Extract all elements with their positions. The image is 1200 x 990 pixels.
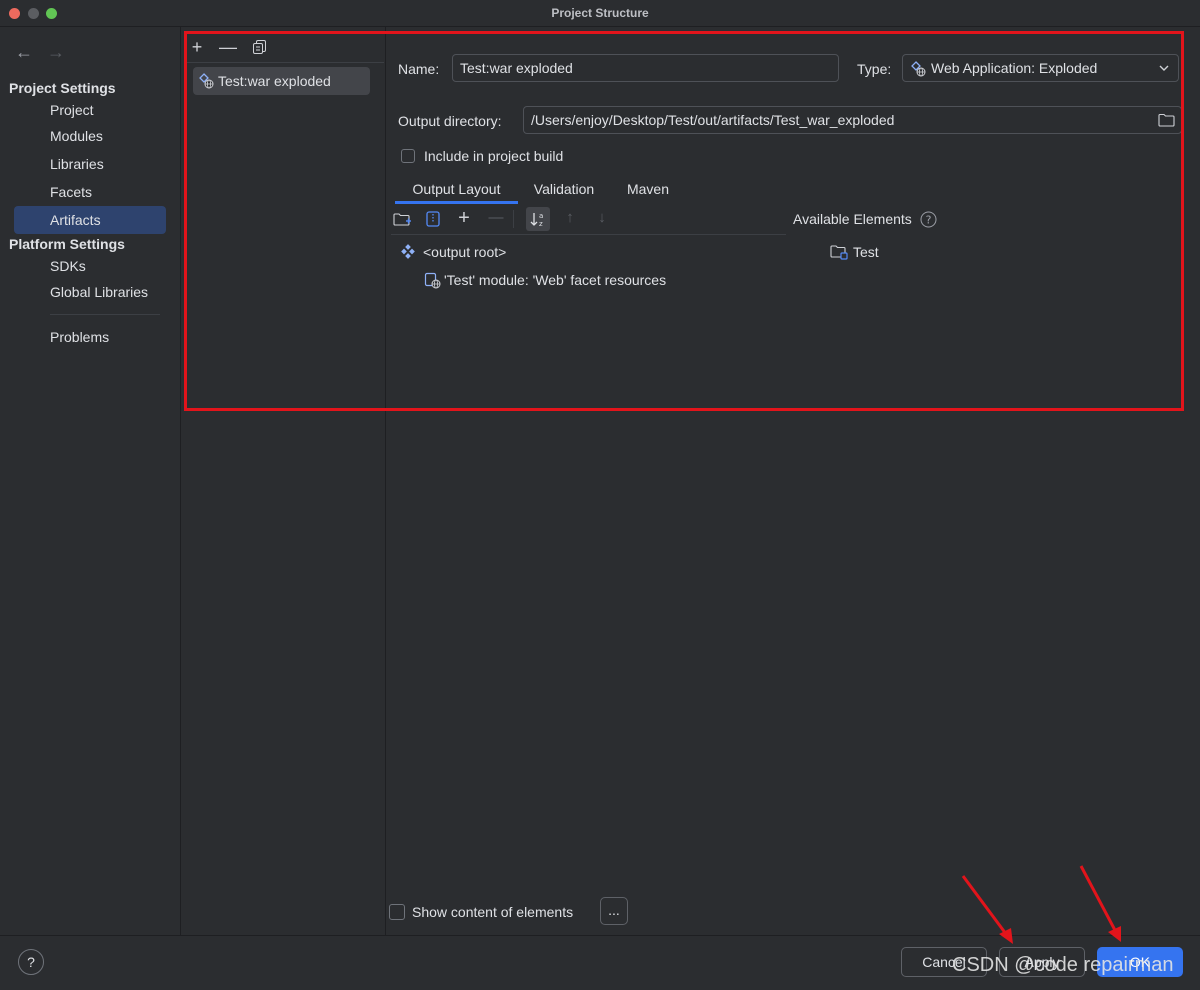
- tab-validation[interactable]: Validation: [520, 174, 608, 204]
- tab-output-layout[interactable]: Output Layout: [395, 174, 518, 204]
- remove-element-icon[interactable]: —: [485, 207, 507, 229]
- module-folder-icon: [830, 244, 848, 261]
- arrow-to-ok-annotation: [1073, 862, 1133, 948]
- sidebar-item-sdks[interactable]: SDKs: [14, 252, 166, 280]
- sort-elements-icon[interactable]: az: [526, 207, 550, 231]
- output-root-icon: [400, 244, 416, 260]
- sidebar-item-facets[interactable]: Facets: [14, 178, 166, 206]
- svg-text:a: a: [539, 212, 543, 220]
- available-elements-label: Available Elements: [793, 211, 912, 227]
- add-copy-of-icon[interactable]: +: [453, 207, 475, 229]
- sidebar-item-modules[interactable]: Modules: [14, 122, 166, 150]
- artifact-toolbar-divider: [186, 62, 384, 63]
- sidebar-divider: [50, 314, 160, 315]
- platform-settings-header: Platform Settings: [9, 236, 125, 252]
- ellipsis-button[interactable]: ...: [600, 897, 628, 925]
- sidebar-item-libraries[interactable]: Libraries: [14, 150, 166, 178]
- layout-toolbar-divider: [391, 234, 786, 235]
- type-select[interactable]: Web Application: Exploded: [902, 54, 1179, 82]
- svg-text:z: z: [539, 220, 543, 228]
- show-content-label: Show content of elements: [412, 904, 574, 920]
- add-icon[interactable]: +: [186, 36, 208, 58]
- sidebar-item-project[interactable]: Project: [14, 96, 166, 124]
- remove-icon[interactable]: —: [217, 36, 239, 58]
- folder-browse-icon[interactable]: [1158, 113, 1175, 127]
- move-down-icon[interactable]: ↓: [591, 207, 613, 229]
- window-title: Project Structure: [551, 6, 649, 20]
- sidebar-item-problems[interactable]: Problems: [14, 323, 166, 351]
- project-settings-header: Project Settings: [9, 80, 116, 96]
- toolbar-separator: [513, 210, 514, 228]
- name-label: Name:: [398, 61, 440, 77]
- web-artifact-icon: [198, 73, 214, 89]
- include-in-build-checkbox[interactable]: [401, 149, 415, 163]
- copy-icon[interactable]: [252, 39, 268, 55]
- output-root-node[interactable]: <output root>: [423, 244, 506, 260]
- tab-maven[interactable]: Maven: [614, 174, 682, 204]
- sidebar-item-artifacts[interactable]: Artifacts: [14, 206, 166, 234]
- type-label: Type:: [857, 61, 892, 77]
- back-arrow-icon[interactable]: ←: [15, 42, 33, 63]
- show-content-checkbox[interactable]: [389, 904, 405, 920]
- output-directory-label: Output directory:: [398, 113, 502, 129]
- artifact-list-pane: [181, 27, 386, 935]
- web-facet-resources-node[interactable]: 'Test' module: 'Web' facet resources: [444, 272, 666, 288]
- include-in-build-label: Include in project build: [424, 148, 564, 164]
- sidebar-item-global-libraries[interactable]: Global Libraries: [14, 278, 166, 306]
- create-directory-icon[interactable]: [391, 208, 413, 230]
- artifact-name-label: Test:war exploded: [218, 73, 331, 89]
- move-up-icon[interactable]: ↑: [559, 207, 581, 229]
- extract-archive-icon[interactable]: [422, 208, 444, 230]
- help-circle-icon[interactable]: ?: [920, 211, 937, 228]
- web-application-icon: [910, 61, 926, 77]
- output-directory-field[interactable]: /Users/enjoy/Desktop/Test/out/artifacts/…: [523, 106, 1182, 134]
- chevron-down-icon: [1158, 62, 1170, 74]
- arrow-to-apply-annotation: [955, 868, 1025, 948]
- help-button[interactable]: ?: [18, 949, 44, 975]
- web-facet-icon: [424, 272, 441, 289]
- name-field[interactable]: Test:war exploded: [452, 54, 839, 82]
- watermark: CSDN @code repairman: [952, 954, 1174, 976]
- available-element-test[interactable]: Test: [853, 244, 879, 260]
- forward-arrow-icon[interactable]: →: [47, 42, 65, 63]
- svg-text:?: ?: [926, 214, 932, 227]
